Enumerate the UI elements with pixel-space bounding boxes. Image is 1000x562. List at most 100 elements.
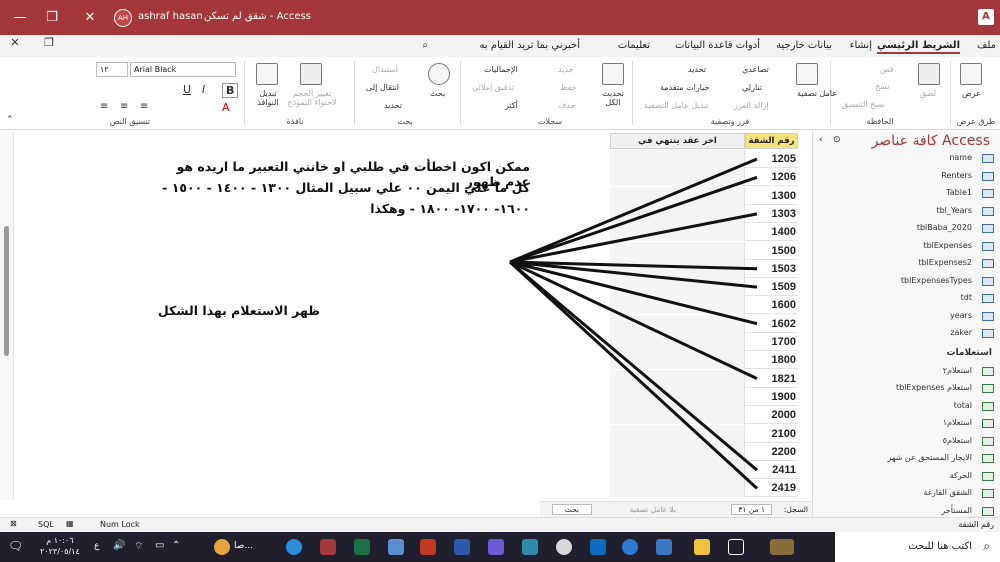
nav-query-item[interactable]: الشقق الفارغة xyxy=(923,488,972,497)
store-icon[interactable] xyxy=(656,539,672,555)
cut-button[interactable]: قص xyxy=(880,65,894,74)
underline-button[interactable]: U xyxy=(183,83,191,96)
weather-icon[interactable] xyxy=(214,539,230,555)
select-button[interactable]: تحديد xyxy=(384,101,402,110)
collapse-pane-icon[interactable]: ‹ xyxy=(819,135,823,145)
nav-query-item[interactable]: استعلام٥ xyxy=(943,436,972,445)
nav-table-item[interactable]: years xyxy=(950,311,972,320)
paste-icon[interactable] xyxy=(918,63,940,85)
volume-icon[interactable]: 🔊 xyxy=(113,540,125,551)
size-to-fit-button[interactable]: تغيير الحجم لاحتواء النموذج xyxy=(282,89,342,107)
nav-table-item[interactable]: tbl_Years xyxy=(936,206,972,215)
refresh-all-icon[interactable] xyxy=(602,63,624,85)
app-icon[interactable] xyxy=(522,539,538,555)
refresh-all-button[interactable]: تحديث الكل xyxy=(598,89,628,107)
battery-icon[interactable]: ▭ xyxy=(155,540,164,551)
queries-header[interactable]: استعلامات xyxy=(946,348,992,358)
view-button[interactable]: عرض xyxy=(962,89,981,98)
chrome-icon[interactable] xyxy=(556,539,572,555)
nav-query-item[interactable]: الايجار المستحق عن شهر xyxy=(888,453,972,462)
weather-widget[interactable]: صا... xyxy=(234,541,253,551)
switch-windows-icon[interactable] xyxy=(256,63,278,85)
nav-table-item[interactable]: tdt xyxy=(961,293,972,302)
menu-create[interactable]: إنشاء xyxy=(850,40,872,51)
collapse-ribbon-icon[interactable]: ⌃ xyxy=(6,115,14,125)
user-name[interactable]: ashraf hasan xyxy=(138,11,203,22)
copy-button[interactable]: نسخ xyxy=(875,82,890,91)
app-icon[interactable] xyxy=(488,539,504,555)
close-object-icon[interactable]: ✕ xyxy=(0,31,30,53)
nav-table-item[interactable]: tblExpenses2 xyxy=(918,258,972,267)
menu-file[interactable]: ملف xyxy=(977,40,996,51)
app-icon[interactable] xyxy=(388,539,404,555)
filter-icon[interactable] xyxy=(796,63,818,85)
selection-button[interactable]: تحديد xyxy=(688,65,706,74)
nav-table-item[interactable]: tblExpenses xyxy=(923,241,972,250)
menu-home[interactable]: الشريط الرئيسي xyxy=(876,40,960,54)
format-painter-button[interactable]: نسخ التنسيق xyxy=(842,100,885,109)
access-taskbar-icon[interactable] xyxy=(320,539,336,555)
totals-button[interactable]: الإجماليات xyxy=(484,65,518,74)
cortana-deer-icon[interactable] xyxy=(770,539,794,555)
find-icon[interactable] xyxy=(428,63,450,85)
tray-chevron-icon[interactable]: ⌃ xyxy=(172,540,180,551)
font-name-select[interactable]: Arial Black xyxy=(130,62,236,77)
new-record-button[interactable]: جديد xyxy=(558,65,574,74)
remove-sort-button[interactable]: إزالة الفرز xyxy=(734,101,769,110)
mail-icon[interactable] xyxy=(590,539,606,555)
save-record-button[interactable]: حفظ xyxy=(560,83,577,92)
nav-query-item[interactable]: استعلام٢ xyxy=(943,366,972,375)
view-icon[interactable] xyxy=(960,63,982,85)
close-window-button[interactable]: ✕ xyxy=(70,0,110,35)
menu-external-data[interactable]: بيانات خارجية xyxy=(776,40,832,51)
tray-clock[interactable]: ١٠:٠٦ م ٢٠٢٣/٠٥/١٤ xyxy=(40,535,80,557)
size-to-fit-icon[interactable] xyxy=(300,63,322,85)
nav-table-item[interactable]: Renters xyxy=(941,171,972,180)
restore-object-icon[interactable]: ❐ xyxy=(34,31,64,53)
goto-button[interactable]: انتقال إلى xyxy=(366,83,399,92)
design-view-icon[interactable]: ⊠ xyxy=(10,519,17,528)
nav-table-item[interactable]: Table1 xyxy=(946,188,972,197)
datasheet-view-icon[interactable]: ▦ xyxy=(66,519,74,528)
network-icon[interactable]: ⌔ xyxy=(134,540,143,553)
toggle-filter-button[interactable]: تبديل عامل التصفية xyxy=(644,101,709,110)
advanced-button[interactable]: خيارات متقدمة xyxy=(660,83,709,92)
notification-icon[interactable]: 🗨 xyxy=(8,539,23,553)
paste-button[interactable]: لصق xyxy=(920,89,936,98)
nav-query-item[interactable]: المستأجر xyxy=(941,506,972,515)
descending-button[interactable]: تنازلي xyxy=(742,83,762,92)
align-left-icon[interactable]: ≡ xyxy=(100,101,108,112)
menu-help[interactable]: تعليمات xyxy=(618,40,650,51)
avatar[interactable]: AH xyxy=(114,9,132,27)
filter-button[interactable]: عامل تصفية xyxy=(797,89,837,98)
acrobat-icon[interactable] xyxy=(420,539,436,555)
sql-view-button[interactable]: SQL xyxy=(38,520,54,529)
italic-button[interactable]: I xyxy=(202,83,205,96)
nav-query-item[interactable]: استعلام١ xyxy=(943,418,972,427)
nav-query-item[interactable]: الحركة xyxy=(950,471,972,480)
nav-table-item[interactable]: tblBaba_2020 xyxy=(917,223,972,232)
more-button[interactable]: أكثر xyxy=(505,101,518,110)
language-indicator[interactable]: ع xyxy=(94,541,99,551)
nav-table-item[interactable]: tblExpensesTypes xyxy=(901,276,972,285)
app-icon[interactable] xyxy=(622,539,638,555)
nav-menu-icon[interactable]: ⊙ xyxy=(833,135,841,145)
align-right-icon[interactable]: ≡ xyxy=(140,101,148,112)
find-button[interactable]: بحث xyxy=(430,89,445,98)
nav-pane-title[interactable]: كافة عناصر Access xyxy=(872,133,990,149)
bold-button[interactable]: B xyxy=(222,83,239,98)
replace-button[interactable]: استبدال xyxy=(372,65,398,74)
record-position[interactable]: ١ من ٣١ xyxy=(731,504,772,515)
word-icon[interactable] xyxy=(454,539,470,555)
file-explorer-icon[interactable] xyxy=(694,539,710,555)
tell-me-box[interactable]: أخبرني بما تريد القيام به xyxy=(479,40,580,51)
menu-database-tools[interactable]: أدوات قاعدة البيانات xyxy=(675,40,760,51)
spelling-button[interactable]: تدقيق إملائي xyxy=(472,83,514,92)
nav-query-item[interactable]: total xyxy=(954,401,972,410)
task-view-icon[interactable] xyxy=(728,539,744,555)
delete-record-button[interactable]: حذف xyxy=(558,101,575,110)
no-filter-label[interactable]: بلا عامل تصفية xyxy=(630,505,676,514)
excel-icon[interactable] xyxy=(354,539,370,555)
font-color-icon[interactable]: A xyxy=(222,101,230,114)
font-size-select[interactable]: ١٢ xyxy=(96,62,128,77)
